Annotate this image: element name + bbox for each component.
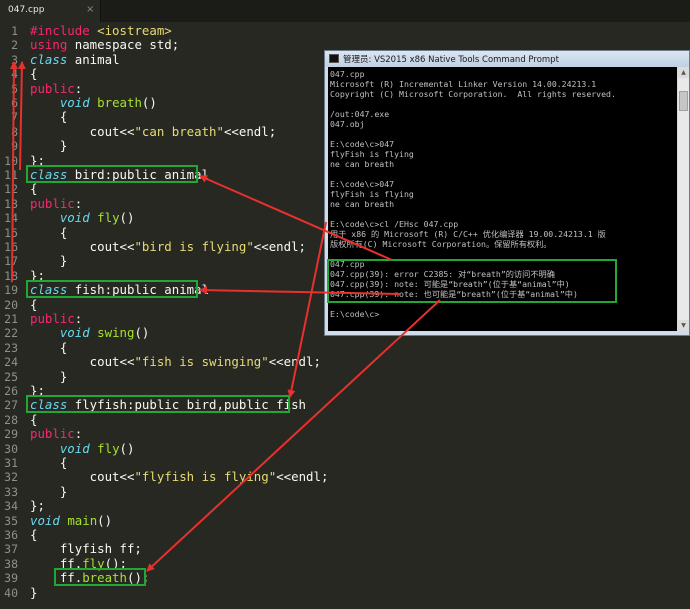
annotation-arrows — [9, 61, 441, 572]
arrow-error-to-bird — [199, 175, 393, 261]
arrow-bird-to-flyfish — [287, 221, 327, 398]
arrow-error-to-breath-call — [146, 299, 441, 572]
arrow-error-to-fish — [199, 286, 401, 295]
arrow-bird-to-animal — [17, 61, 26, 171]
arrow-fish-to-animal — [9, 61, 18, 283]
